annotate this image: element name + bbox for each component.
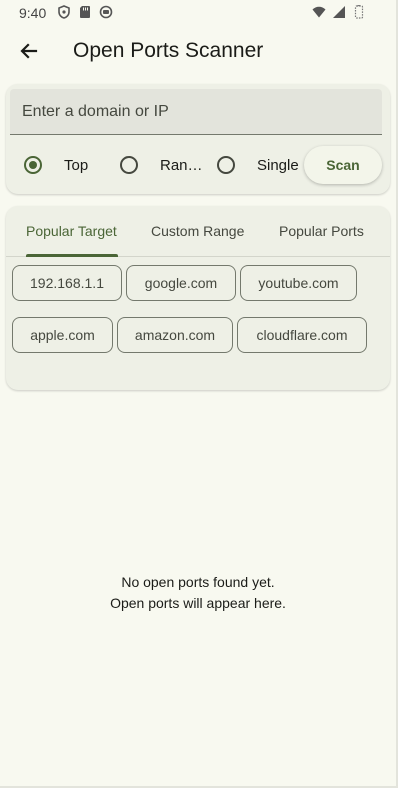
search-card: Enter a domain or IP Top Ran… Single Sca… — [6, 84, 390, 194]
empty-state-line-1: No open ports found yet. — [121, 574, 275, 590]
cell-signal-icon — [333, 6, 345, 18]
scan-button[interactable]: Scan — [304, 146, 382, 184]
empty-state-line-2: Open ports will appear here. — [110, 595, 286, 611]
radio-unselected-icon — [217, 156, 235, 174]
tab-custom-range[interactable]: Custom Range — [151, 206, 245, 256]
record-icon — [99, 5, 113, 19]
tab-label: Popular Target — [26, 223, 117, 239]
domain-ip-input[interactable]: Enter a domain or IP — [10, 89, 382, 135]
page-title: Open Ports Scanner — [73, 39, 264, 62]
tab-popular-ports[interactable]: Popular Ports — [279, 206, 375, 256]
target-chip-apple[interactable]: apple.com — [12, 317, 113, 353]
empty-state-message: No open ports found yet. Open ports will… — [0, 572, 396, 614]
target-chip-google[interactable]: google.com — [126, 265, 236, 301]
status-icons-right — [312, 5, 366, 19]
scan-mode-label: Top — [64, 156, 89, 174]
vpn-shield-icon — [58, 5, 70, 19]
status-time: 9:40 — [19, 5, 47, 21]
app-screen: 9:40 Open Ports Scanner Enter a domain o… — [0, 0, 398, 788]
target-chip-youtube[interactable]: youtube.com — [240, 265, 357, 301]
scan-mode-top-radio[interactable]: Top — [24, 156, 88, 174]
arrow-back-icon — [20, 43, 38, 59]
scan-mode-label: Ran… — [160, 156, 203, 174]
tab-popular-targets[interactable]: Popular Target — [26, 206, 118, 256]
target-chip-cloudflare[interactable]: cloudflare.com — [237, 317, 367, 353]
targets-card: Popular Target Custom Range Popular Port… — [6, 206, 390, 390]
status-bar: 9:40 — [0, 0, 396, 26]
target-chip-192-168-1-1[interactable]: 192.168.1.1 — [12, 265, 122, 301]
scan-mode-single-radio[interactable]: Single — [217, 156, 299, 174]
tab-indicator — [26, 254, 118, 257]
scan-mode-range-radio[interactable]: Ran… — [120, 156, 203, 174]
battery-icon — [354, 5, 364, 19]
scan-mode-label: Single — [257, 156, 299, 174]
app-bar: Open Ports Scanner — [0, 26, 396, 78]
tab-label: Custom Range — [151, 223, 245, 239]
target-chip-amazon[interactable]: amazon.com — [117, 317, 233, 353]
sd-card-icon — [80, 6, 90, 18]
radio-selected-icon — [24, 156, 42, 174]
wifi-icon — [312, 6, 326, 18]
back-button[interactable] — [14, 36, 44, 66]
radio-unselected-icon — [120, 156, 138, 174]
status-icons-left — [57, 5, 113, 19]
tab-label: Popular Ports — [279, 223, 364, 239]
tab-bar: Popular Target Custom Range Popular Port… — [6, 206, 390, 257]
